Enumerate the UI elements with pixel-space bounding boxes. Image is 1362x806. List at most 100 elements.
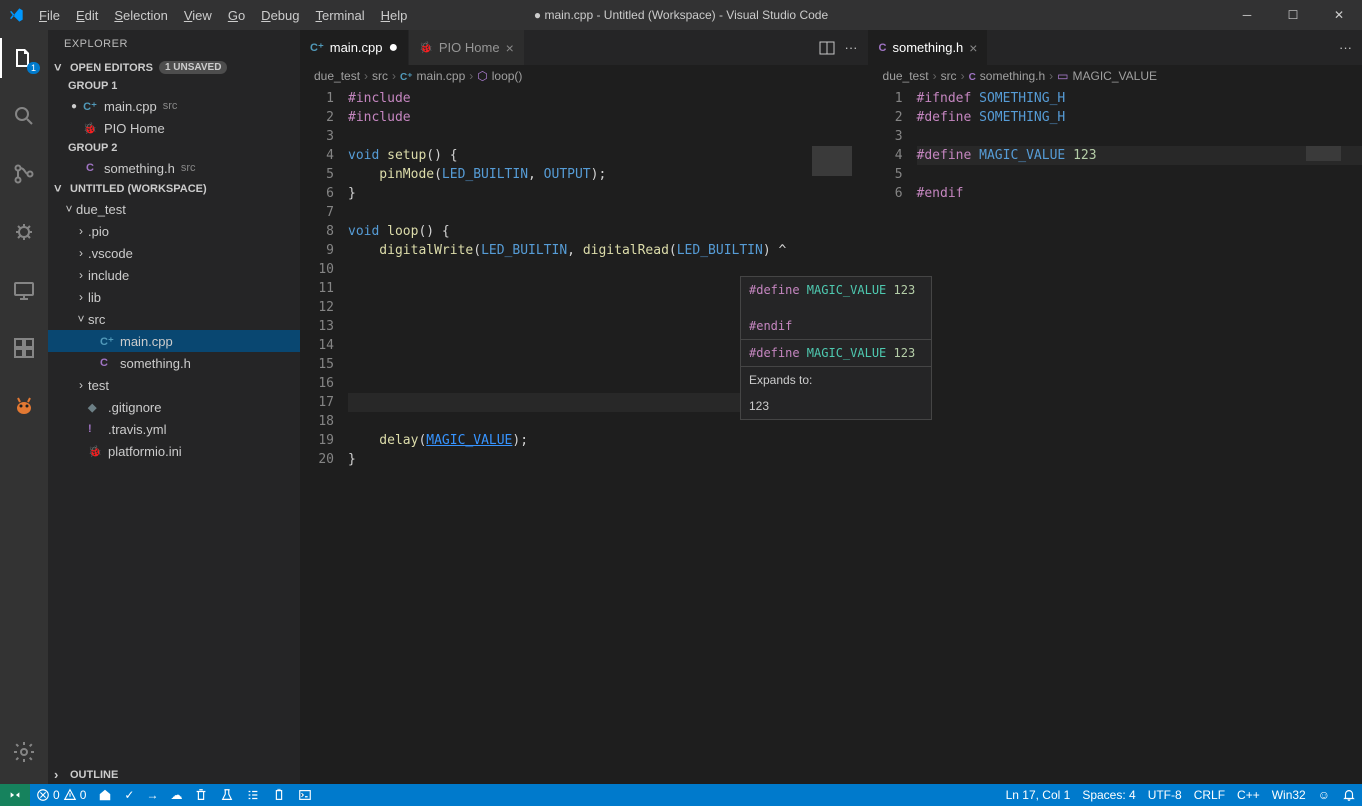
file-icon: 🐞 (419, 41, 433, 54)
breadcrumb-item[interactable]: something.h (980, 69, 1045, 83)
tabs-left: C⁺main.cpp● 🐞 PIO Home × ··· (300, 30, 868, 65)
close-icon[interactable]: × (969, 40, 977, 56)
breadcrumb-item[interactable]: loop() (492, 69, 523, 83)
outline-section[interactable]: › OUTLINE (48, 765, 300, 784)
settings-icon[interactable] (0, 732, 48, 772)
remote-status[interactable] (0, 784, 30, 806)
explorer-icon[interactable]: 1 (0, 38, 48, 78)
pio-home-status[interactable] (92, 784, 118, 806)
close-button[interactable]: ✕ (1316, 0, 1362, 30)
scm-icon[interactable] (0, 154, 48, 194)
tree-label: .travis.yml (108, 422, 167, 437)
menu-debug[interactable]: Debug (254, 6, 306, 25)
tree-item[interactable]: ˅src (48, 308, 300, 330)
breadcrumb-item[interactable]: due_test (883, 69, 929, 83)
more-icon[interactable]: ··· (1339, 40, 1352, 55)
target-status[interactable]: Win32 (1266, 788, 1312, 802)
tree-item[interactable]: ›.vscode (48, 242, 300, 264)
file-icon: C (82, 162, 98, 174)
minimap[interactable] (1302, 144, 1362, 784)
code-editor-left[interactable]: 1234567891011121314151617181920 #include… (300, 87, 868, 784)
pio-build-status[interactable]: ✓ (118, 784, 140, 806)
debug-icon[interactable] (0, 212, 48, 252)
pio-upload-status[interactable]: → (140, 784, 164, 806)
tree-item[interactable]: ! .travis.yml (48, 418, 300, 440)
file-label: PIO Home (104, 121, 165, 136)
breadcrumb-item[interactable]: due_test (314, 69, 360, 83)
chevron-icon: › (74, 378, 88, 392)
cursor-position[interactable]: Ln 17, Col 1 (1000, 788, 1077, 802)
pio-clean-status[interactable] (188, 784, 214, 806)
tree-item[interactable]: ›lib (48, 286, 300, 308)
split-editor-icon[interactable] (819, 40, 835, 56)
tab-label: PIO Home (439, 40, 500, 55)
remote-icon[interactable] (0, 270, 48, 310)
open-editor-item[interactable]: ●C⁺main.cppsrc (48, 95, 300, 117)
breadcrumb-left[interactable]: due_test›src›C⁺ main.cpp›⬡ loop() (300, 65, 868, 87)
tree-item[interactable]: ›include (48, 264, 300, 286)
problems-status[interactable]: 0 0 (30, 784, 92, 806)
tree-item[interactable]: C⁺main.cpp (48, 330, 300, 352)
tree-label: lib (88, 290, 101, 305)
extensions-icon[interactable] (0, 328, 48, 368)
menu-view[interactable]: View (177, 6, 219, 25)
file-desc: src (181, 162, 196, 174)
editor-tab[interactable]: C⁺main.cpp● (300, 30, 409, 65)
minimap[interactable] (808, 144, 868, 784)
tree-item[interactable]: ◆.gitignore (48, 396, 300, 418)
close-icon[interactable]: × (506, 40, 514, 56)
menu-file[interactable]: File (32, 6, 67, 25)
breadcrumb-icon: ▭ (1057, 69, 1068, 83)
eol-status[interactable]: CRLF (1188, 788, 1231, 802)
minimize-button[interactable]: ─ (1224, 0, 1270, 30)
chevron-icon: › (74, 224, 88, 238)
maximize-button[interactable]: ☐ (1270, 0, 1316, 30)
code-editor-right[interactable]: 123456 #ifndef SOMETHING_H#define SOMETH… (869, 87, 1362, 784)
menu-go[interactable]: Go (221, 6, 252, 25)
file-icon: C⁺ (310, 41, 324, 54)
tree-item[interactable]: ›test (48, 374, 300, 396)
file-desc: src (163, 100, 178, 112)
breadcrumb-item[interactable]: MAGIC_VALUE (1073, 69, 1157, 83)
breadcrumb-right[interactable]: due_test›src›C something.h›▭ MAGIC_VALUE (869, 65, 1362, 87)
tree-item[interactable]: Csomething.h (48, 352, 300, 374)
breadcrumb-item[interactable]: src (941, 69, 957, 83)
tree-label: test (88, 378, 109, 393)
search-icon[interactable] (0, 96, 48, 136)
encoding-status[interactable]: UTF-8 (1142, 788, 1188, 802)
open-editors-section[interactable]: ˅ OPEN EDITORS 1 UNSAVED (48, 58, 300, 77)
lang-status[interactable]: C++ (1231, 788, 1266, 802)
pio-test-status[interactable] (214, 784, 240, 806)
tree-item[interactable]: ˅due_test (48, 198, 300, 220)
breadcrumb-item[interactable]: main.cpp (417, 69, 466, 83)
file-label: something.h (104, 161, 175, 176)
explorer-sidebar: EXPLORER ˅ OPEN EDITORS 1 UNSAVED GROUP … (48, 30, 300, 784)
menu-terminal[interactable]: Terminal (308, 6, 371, 25)
open-editor-item[interactable]: Csomething.h src (48, 157, 300, 179)
notifications-icon[interactable] (1336, 788, 1362, 802)
tree-item[interactable]: ›.pio (48, 220, 300, 242)
breadcrumb-item[interactable]: src (372, 69, 388, 83)
more-icon[interactable]: ··· (845, 40, 858, 55)
editor-tab[interactable]: Csomething.h× (869, 30, 989, 65)
chevron-icon: › (74, 268, 88, 282)
modified-indicator[interactable]: ● (389, 39, 399, 57)
menu-help[interactable]: Help (374, 6, 415, 25)
tree-item[interactable]: 🐞platformio.ini (48, 440, 300, 462)
vscode-icon (8, 7, 24, 23)
workspace-section[interactable]: ˅ UNTITLED (WORKSPACE) (48, 179, 300, 198)
pio-tasks-status[interactable] (240, 784, 266, 806)
editor-tab[interactable]: 🐞 PIO Home × (409, 30, 525, 65)
open-editor-item[interactable]: 🐞PIO Home (48, 117, 300, 139)
platformio-icon[interactable] (0, 386, 48, 426)
menu-edit[interactable]: Edit (69, 6, 105, 25)
menu-selection[interactable]: Selection (107, 6, 174, 25)
file-icon: ! (88, 423, 104, 435)
pio-terminal-status[interactable] (292, 784, 318, 806)
indent-status[interactable]: Spaces: 4 (1076, 788, 1141, 802)
pio-remote-status[interactable]: ☁ (164, 784, 188, 806)
file-icon: C⁺ (100, 335, 116, 348)
feedback-icon[interactable]: ☺ (1312, 788, 1336, 802)
pio-serial-status[interactable] (266, 784, 292, 806)
main-menu: FileEditSelectionViewGoDebugTerminalHelp (32, 6, 414, 25)
